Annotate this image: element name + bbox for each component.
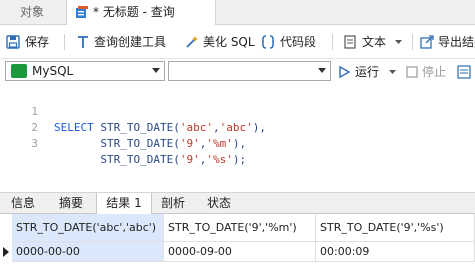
code-line: 3 STR_TO_DATE('9','%s');: [0, 120, 475, 166]
connection-bar: MySQL 运行 停止: [0, 59, 475, 85]
result-grid: STR_TO_DATE('abc','abc') STR_TO_DATE('9'…: [0, 214, 475, 266]
table-cell[interactable]: 0000-09-00: [164, 242, 316, 262]
column-header[interactable]: STR_TO_DATE('9','%m'): [164, 214, 316, 242]
tab-summary[interactable]: 摘要: [48, 193, 94, 213]
chevron-down-icon: [395, 40, 402, 44]
current-row-indicator: [3, 247, 9, 257]
document-icon: [344, 35, 356, 49]
magic-wand-icon: [186, 36, 198, 48]
sql-function: STR_TO_DATE(: [100, 137, 180, 150]
stop-button[interactable]: 停止: [406, 61, 450, 83]
text-mode-label: 文本: [362, 35, 387, 49]
sql-indent: [54, 137, 100, 150]
document-tab-bar: 对象 * 无标题 - 查询: [0, 0, 475, 25]
tab-result-1[interactable]: 结果 1: [96, 193, 152, 214]
connection-select[interactable]: MySQL: [5, 61, 165, 81]
column-header[interactable]: STR_TO_DATE('9','%s'): [316, 214, 475, 242]
tab-query[interactable]: * 无标题 - 查询: [66, 0, 216, 25]
code-snippet-label: 代码段: [280, 35, 317, 49]
toolbar-separator: [64, 34, 65, 50]
sql-punct: ),: [232, 137, 247, 150]
toolbar: 保存 查询创建工具 美化 SQL 代码段 文本 导出结: [0, 26, 475, 59]
sql-function: STR_TO_DATE(: [100, 153, 180, 166]
beautify-sql-label: 美化 SQL: [203, 35, 255, 49]
table-cell[interactable]: 0000-00-00: [12, 242, 164, 262]
run-label: 运行: [355, 65, 380, 79]
tab-profile[interactable]: 剖析: [151, 193, 195, 213]
sql-editor[interactable]: 1 SELECT STR_TO_DATE('abc','abc'), 2 STR…: [0, 86, 475, 192]
code-snippet-button[interactable]: 代码段: [261, 26, 327, 58]
query-builder-label: 查询创建工具: [94, 35, 167, 49]
export-icon: [420, 35, 434, 49]
toolbar-separator: [412, 34, 413, 50]
tab-query-label: * 无标题 - 查询: [93, 5, 175, 19]
code-line: 1 SELECT STR_TO_DATE('abc','abc'),: [0, 88, 475, 134]
chevron-down-icon: [318, 68, 326, 73]
sql-punct: );: [232, 153, 247, 166]
export-result-label: 导出结果: [438, 35, 475, 49]
toolbar-separator: [332, 34, 333, 50]
explain-icon: [457, 65, 471, 79]
play-icon: [339, 66, 350, 78]
braces-icon: [261, 35, 275, 49]
sql-string: '9': [179, 153, 200, 166]
sql-indent: [54, 153, 100, 166]
text-mode-button[interactable]: 文本: [343, 26, 403, 58]
mysql-icon: [11, 64, 27, 78]
beautify-sql-button[interactable]: 美化 SQL: [185, 26, 255, 58]
stop-icon: [406, 66, 418, 78]
save-label: 保存: [25, 35, 50, 49]
code-line: 2 STR_TO_DATE('9','%m'),: [0, 104, 475, 150]
run-button[interactable]: 运行: [338, 61, 398, 83]
save-icon: [6, 35, 20, 49]
tab-objects[interactable]: 对象: [0, 0, 64, 24]
chevron-down-icon: [152, 68, 160, 73]
table-cell[interactable]: 00:00:09: [316, 242, 475, 262]
result-tab-bar: 信息 摘要 结果 1 剖析 状态: [0, 192, 475, 214]
stop-label: 停止: [422, 65, 447, 79]
chevron-down-icon: [389, 70, 396, 74]
connection-select-value: MySQL: [32, 64, 74, 78]
query-builder-icon: [78, 36, 88, 48]
tab-status[interactable]: 状态: [196, 193, 242, 213]
sql-string: '%m': [206, 137, 233, 150]
save-button[interactable]: 保存: [6, 26, 54, 58]
query-builder-button[interactable]: 查询创建工具: [76, 26, 176, 58]
export-result-button[interactable]: 导出结果: [420, 26, 475, 58]
line-number: 3: [31, 137, 38, 150]
tab-info[interactable]: 信息: [0, 193, 46, 213]
sql-string: '%s': [206, 153, 233, 166]
explain-button[interactable]: [457, 61, 475, 83]
database-select[interactable]: [168, 61, 331, 81]
column-header[interactable]: STR_TO_DATE('abc','abc'): [12, 214, 164, 242]
query-icon: [76, 6, 88, 18]
sql-string: '9': [179, 137, 200, 150]
